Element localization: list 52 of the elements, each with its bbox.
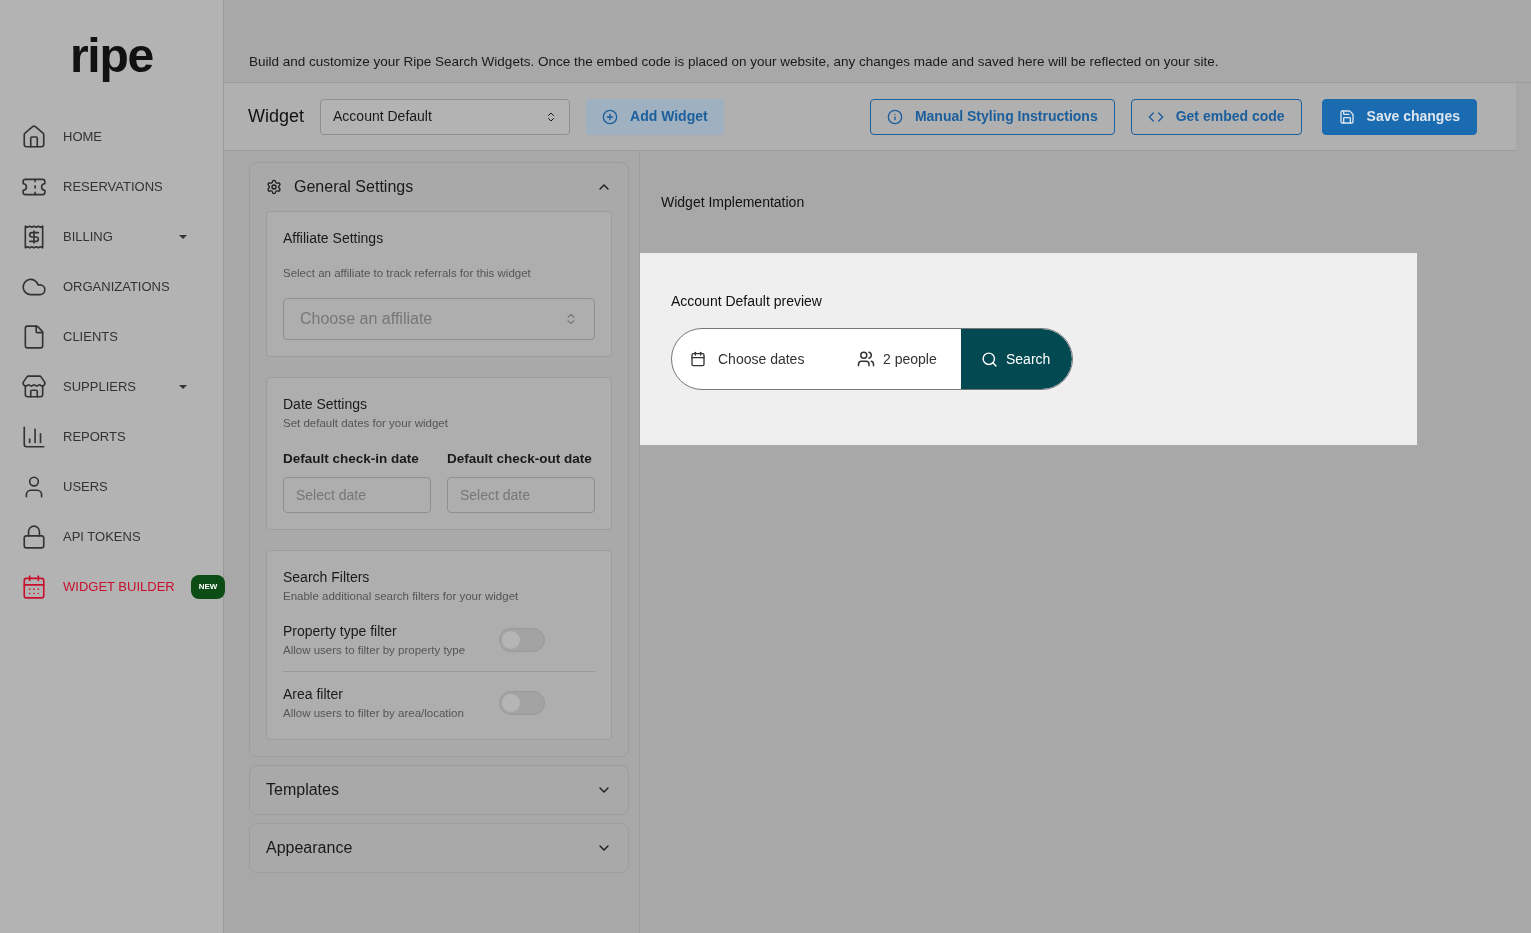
save-icon [1338, 108, 1355, 125]
settings-icon [266, 179, 282, 195]
calendar-icon [690, 351, 706, 367]
dates-field[interactable]: Choose dates [672, 348, 837, 370]
section-header[interactable]: Templates [250, 765, 628, 814]
card-description: Select an affiliate to track referrals for this widget [283, 266, 532, 281]
plus-icon [602, 108, 619, 125]
nav-icon [21, 574, 47, 600]
section-header[interactable]: Appearance [250, 823, 628, 872]
filter-label: Property type filter [283, 622, 398, 641]
field-label: Default check-out date [447, 449, 593, 468]
new-badge: NEW [190, 575, 226, 599]
search-icon [981, 350, 998, 368]
nav-icon [21, 374, 47, 400]
info-icon [886, 108, 903, 125]
filter-description: Allow users to filter by area/location [283, 706, 465, 722]
sidebar-item[interactable]: WIDGET BUILDER NEW [0, 562, 223, 612]
toggle-switch[interactable] [499, 691, 545, 716]
sidebar-item[interactable]: BILLING [0, 212, 223, 262]
sidebar-item[interactable]: HOME [0, 112, 223, 162]
filter-description: Allow users to filter by property type [283, 643, 467, 658]
preview-title: Account Default preview [671, 292, 823, 311]
widget-label: Widget [248, 105, 305, 128]
section-header[interactable]: General Settings [250, 163, 628, 211]
search-button[interactable]: Search [961, 329, 1072, 389]
toolbar-button[interactable]: Save changes [1321, 98, 1477, 135]
card-description: Enable additional search filters for your widget [283, 588, 520, 604]
sidebar-item[interactable]: CLIENTS [0, 312, 223, 362]
sidebar-item[interactable]: RESERVATIONS [0, 162, 223, 212]
section-title: Widget Implementation [661, 193, 806, 212]
card-title: Search Filters [283, 567, 371, 587]
sidebar-item[interactable]: USERS [0, 462, 223, 512]
toggle-switch[interactable] [499, 628, 545, 653]
nav-icon [21, 424, 47, 450]
caret-icon [179, 385, 187, 389]
sidebar-item[interactable]: ORGANIZATIONS [0, 262, 223, 312]
sidebar-item[interactable]: REPORTS [0, 412, 223, 462]
widget-select[interactable]: Account Default [320, 98, 571, 135]
sidebar-item[interactable]: API TOKENS [0, 512, 223, 562]
intro-text: Build and customize your Ripe Search Widgets. Once the embed code is placed on your website, any changes made and saved here will be reflected on your site. [249, 52, 1219, 71]
nav-icon [21, 124, 47, 150]
filter-label: Area filter [283, 685, 344, 705]
people-icon [857, 350, 875, 368]
field-label: Default check-in date [283, 449, 420, 468]
sidebar-item[interactable]: SUPPLIERS [0, 362, 223, 412]
card-title: Date Settings [283, 395, 369, 415]
logo: ripe [69, 32, 154, 80]
card-description: Set default dates for your widget [283, 416, 449, 432]
card-title: Affiliate Settings [283, 229, 385, 248]
guests-field[interactable]: 2 people [837, 348, 961, 370]
caret-icon [179, 235, 187, 239]
nav-icon [21, 524, 47, 550]
